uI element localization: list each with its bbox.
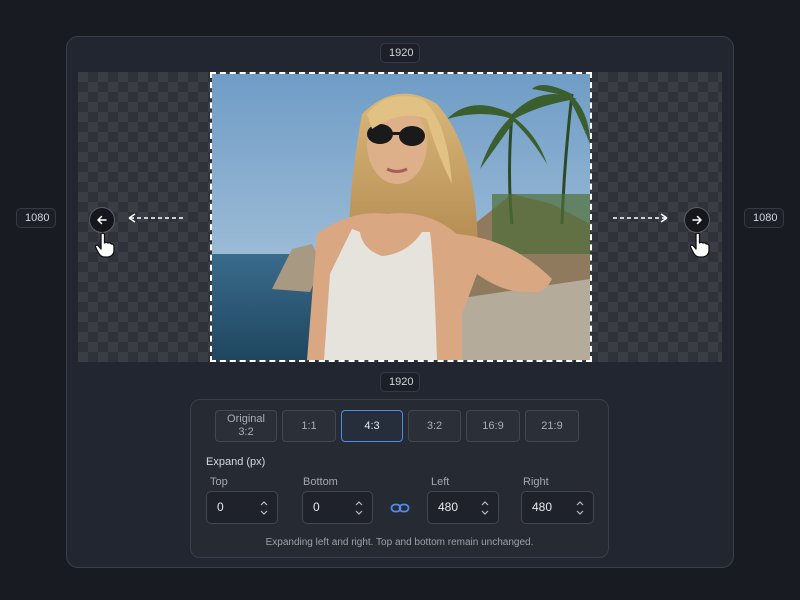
expand-left-button[interactable] [89, 207, 115, 233]
top-value: 0 [217, 500, 224, 514]
hand-pointer-icon [94, 232, 115, 258]
ratio-original-button[interactable]: Original 3:2 [215, 410, 277, 442]
bottom-value: 0 [313, 500, 320, 514]
top-width-badge: 1920 [380, 43, 420, 63]
bottom-width-badge: 1920 [380, 372, 420, 392]
top-label: Top [210, 476, 228, 488]
link-icon[interactable] [390, 500, 410, 516]
ratio-sublabel: 3:2 [238, 426, 254, 438]
stepper-icon[interactable] [480, 497, 490, 519]
right-dashed-arrow [613, 213, 668, 223]
ratio-21-9-button[interactable]: 21:9 [525, 410, 579, 442]
ratio-4-3-button[interactable]: 4:3 [341, 410, 403, 442]
ratio-16-9-button[interactable]: 16:9 [466, 410, 520, 442]
ratio-label: Original [227, 413, 265, 425]
source-image[interactable] [210, 72, 592, 362]
expand-help-text: Expanding left and right. Top and bottom… [265, 537, 534, 548]
left-input[interactable]: 480 [427, 491, 499, 524]
arrow-left-icon [97, 215, 107, 225]
expand-section-title: Expand (px) [206, 456, 266, 468]
ratio-label: 1:1 [301, 419, 317, 432]
bottom-label: Bottom [303, 476, 338, 488]
ratio-label: 3:2 [426, 419, 443, 432]
ratio-1-1-button[interactable]: 1:1 [282, 410, 336, 442]
right-value: 480 [532, 500, 553, 514]
top-input[interactable]: 0 [206, 491, 278, 524]
left-dashed-arrow [128, 213, 183, 223]
right-height-badge: 1080 [744, 208, 784, 228]
stepper-icon[interactable] [259, 497, 269, 519]
stepper-icon[interactable] [575, 497, 585, 519]
hand-pointer-icon [689, 232, 710, 258]
stepper-icon[interactable] [354, 497, 364, 519]
left-value: 480 [438, 500, 459, 514]
ratio-label: 16:9 [482, 419, 504, 432]
ratio-label: 4:3 [364, 419, 380, 432]
expand-right-button[interactable] [684, 207, 710, 233]
ratio-3-2-button[interactable]: 3:2 [408, 410, 461, 442]
expand-controls: Original 3:2 1:1 4:3 3:2 16:9 21:9 Expan… [190, 399, 609, 558]
right-label: Right [523, 476, 549, 488]
left-label: Left [431, 476, 450, 488]
left-height-badge: 1080 [16, 208, 56, 228]
arrow-right-icon [692, 215, 702, 225]
ratio-label: 21:9 [541, 419, 563, 432]
right-input[interactable]: 480 [521, 491, 594, 524]
bottom-input[interactable]: 0 [302, 491, 373, 524]
